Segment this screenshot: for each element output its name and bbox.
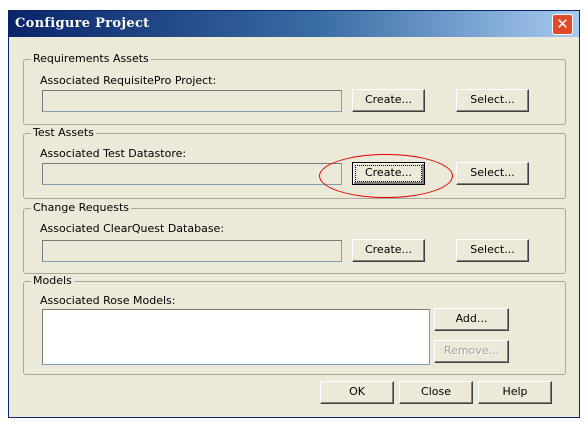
clearquest-database-field[interactable] [42,240,342,262]
change-select-button[interactable]: Select... [456,239,529,262]
models-label: Models [31,274,74,287]
remove-model-button: Remove... [434,340,509,363]
help-button[interactable]: Help [478,381,552,404]
test-assets-label: Test Assets [31,126,96,139]
requisitepro-project-field[interactable] [42,90,342,112]
rose-models-list[interactable] [42,309,430,365]
rose-models-label: Associated Rose Models: [40,294,176,307]
dialog-title: Configure Project [15,16,150,31]
close-icon[interactable]: ✕ [552,14,573,35]
ok-button[interactable]: OK [320,381,394,404]
close-button[interactable]: Close [399,381,473,404]
change-create-button[interactable]: Create... [352,239,425,262]
title-bar[interactable]: Configure Project ✕ [9,11,579,37]
test-datastore-field[interactable] [42,163,342,185]
add-model-button[interactable]: Add... [434,308,509,331]
requirements-create-button[interactable]: Create... [352,89,425,112]
requisitepro-project-label: Associated RequisitePro Project: [40,74,217,87]
requirements-assets-label: Requirements Assets [31,52,151,65]
test-select-button[interactable]: Select... [456,162,529,185]
requirements-select-button[interactable]: Select... [456,89,529,112]
configure-project-dialog: Configure Project ✕ Requirements Assets … [8,10,580,418]
highlight-ellipse [319,154,453,198]
change-requests-label: Change Requests [31,201,132,214]
clearquest-database-label: Associated ClearQuest Database: [40,222,225,235]
test-datastore-label: Associated Test Datastore: [40,147,187,160]
